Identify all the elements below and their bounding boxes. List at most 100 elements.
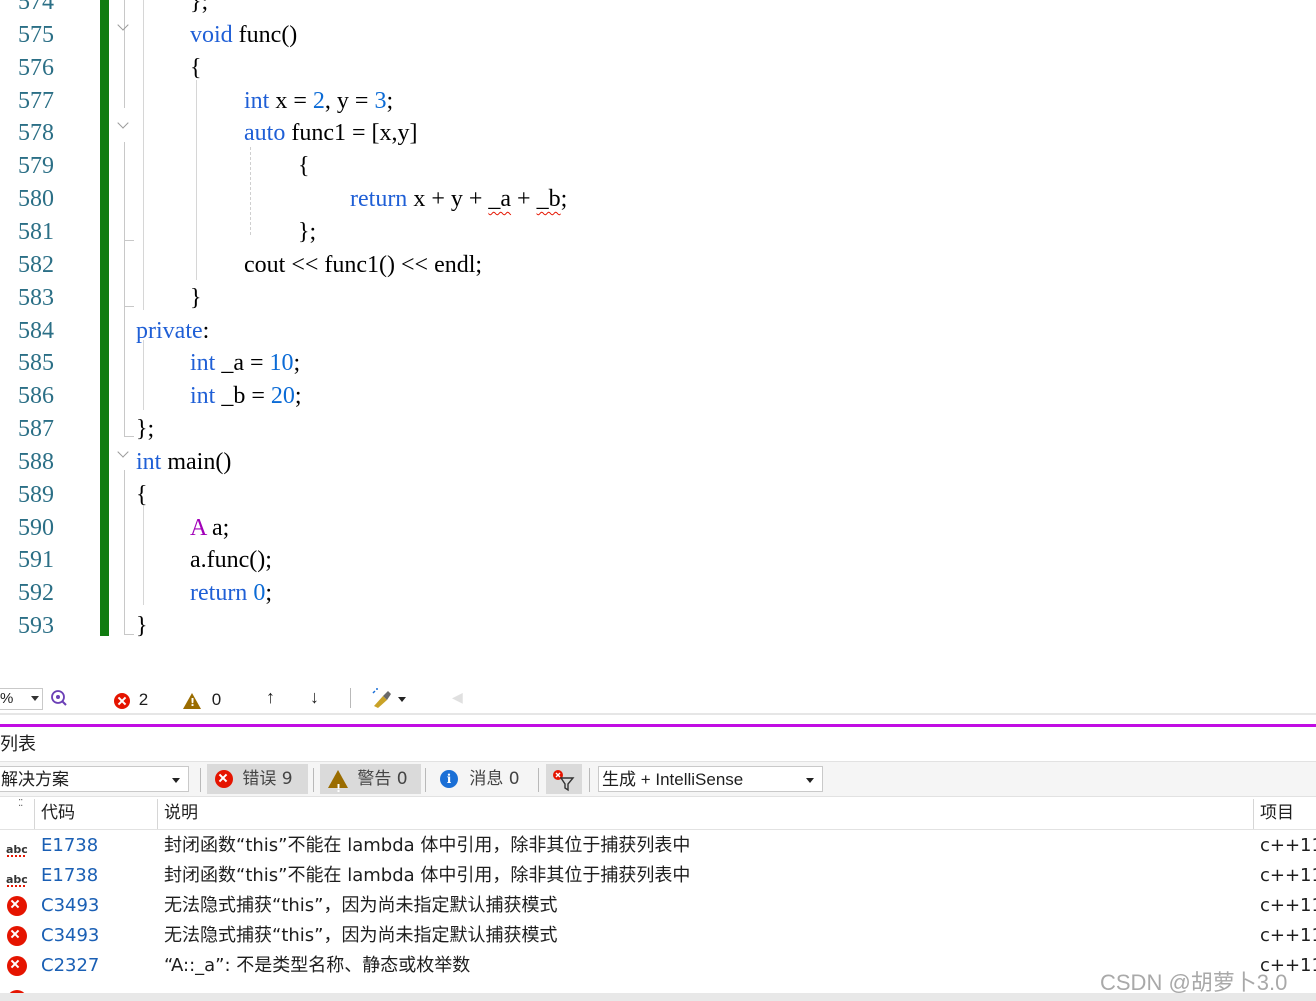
code-line[interactable]: 589 { [0, 479, 1316, 512]
code-line[interactable]: 575 void func() [0, 19, 1316, 52]
code-line[interactable]: 581}; [0, 216, 1316, 249]
warning-count: 0 [211, 690, 222, 709]
error-description: 封闭函数“this”不能在 lambda 体中引用，除非其位于捕获列表中 [164, 865, 691, 886]
warning-indicator[interactable]: ! 0 [183, 690, 221, 710]
error-indicator[interactable]: 2 [114, 690, 148, 710]
code-line[interactable]: 585 int _a = 10; [0, 347, 1316, 380]
code-line[interactable]: 582 cout << func1() << endl; [0, 249, 1316, 282]
column-header-description[interactable]: 说明 [164, 797, 198, 829]
code-text: a.func(); [190, 544, 272, 577]
line-number: 593 [18, 613, 54, 640]
code-text: }; [190, 0, 208, 19]
code-text: cout << func1() << endl; [244, 249, 482, 282]
intellisense-icon: abc [6, 840, 28, 857]
code-token: ; [293, 350, 301, 377]
code-cleanup-brush-icon[interactable] [371, 688, 411, 710]
error-code-link[interactable]: C3493 [41, 891, 99, 921]
code-token: func() [232, 21, 298, 48]
column-header-project[interactable]: 项目 [1260, 797, 1294, 829]
panel-splitter[interactable] [0, 713, 1316, 715]
error-code-link[interactable]: C2327 [41, 951, 99, 981]
filter-button[interactable] [546, 764, 582, 794]
code-text: }; [136, 413, 154, 446]
code-line[interactable]: 591 a.func(); [0, 544, 1316, 577]
code-line[interactable]: 588 int main() [0, 446, 1316, 479]
code-text: private: [136, 315, 209, 348]
line-number: 583 [18, 284, 54, 311]
toolbar-separator [425, 768, 426, 792]
code-token: private [136, 317, 203, 344]
chevron-down-icon [806, 778, 814, 783]
code-line[interactable]: 586 int _b = 20; [0, 380, 1316, 413]
toolbar-separator [313, 768, 314, 792]
code-text: int _a = 10; [190, 347, 300, 380]
line-number: 587 [18, 416, 54, 443]
line-number: 588 [18, 448, 54, 475]
code-text: }; [298, 216, 316, 249]
line-number: 589 [18, 481, 54, 508]
error-squiggle-token: _a [488, 186, 512, 213]
code-line[interactable]: 579 { [0, 150, 1316, 183]
code-line[interactable]: 584 private: [0, 315, 1316, 348]
code-line[interactable]: 574}; [0, 0, 1316, 19]
code-token: a.func(); [190, 547, 272, 574]
code-token: main() [161, 448, 232, 475]
next-issue-arrow-icon[interactable]: ↓ [310, 687, 319, 708]
code-token: void [190, 21, 233, 48]
code-editor[interactable]: 574}; 575 void func() 576 {577 int x = 2, y =… [0, 0, 1316, 680]
line-number: 574 [18, 0, 54, 15]
messages-filter-button[interactable]: i 消息 0 [432, 764, 534, 794]
code-line[interactable]: 592 return 0; [0, 577, 1316, 610]
ai-assistant-icon[interactable] [50, 689, 68, 707]
watermark: CSDN @胡萝卜3.0 [1100, 970, 1288, 995]
code-line[interactable]: 576 { [0, 52, 1316, 85]
error-icon [215, 770, 233, 788]
scope-dropdown[interactable]: 解决方案 [0, 766, 189, 792]
build-source-dropdown[interactable]: 生成 + IntelliSense [598, 766, 823, 792]
code-line[interactable]: 578 auto func1 = [x,y] [0, 117, 1316, 150]
error-description: “A::_a”: 不是类型名称、静态或枚举数 [164, 955, 471, 976]
line-number: 582 [18, 251, 54, 278]
table-row[interactable]: abc E1738 封闭函数“this”不能在 lambda 体中引用，除非其位于捕… [0, 831, 1316, 861]
table-row[interactable]: abc E1738 封闭函数“this”不能在 lambda 体中引用，除非其位于捕… [0, 861, 1316, 891]
column-chooser-icon[interactable]: ⁚⁚ [18, 798, 23, 809]
line-number: 585 [18, 350, 54, 377]
table-row[interactable]: C3493 无法隐式捕获“this”，因为尚未指定默认捕获模式 c++11 [0, 921, 1316, 951]
code-text: { [298, 150, 310, 183]
column-header-code[interactable]: 代码 [41, 797, 75, 829]
line-number: 592 [18, 580, 54, 607]
error-code-link[interactable]: C3493 [41, 921, 99, 951]
line-number: 590 [18, 514, 54, 541]
chevron-down-icon [172, 778, 180, 783]
error-code-link[interactable]: E1738 [41, 831, 98, 861]
code-line[interactable]: 580 return x + y + _a + _b; [0, 183, 1316, 216]
error-code-link[interactable]: E1738 [41, 861, 98, 891]
scope-value: 解决方案 [1, 770, 69, 790]
column-divider[interactable] [157, 799, 158, 829]
code-line[interactable]: 593} [0, 610, 1316, 643]
column-divider[interactable] [1253, 799, 1254, 829]
line-number: 578 [18, 120, 54, 147]
code-line[interactable]: 587}; [0, 413, 1316, 446]
warnings-filter-button[interactable]: ! 警告 0 [320, 764, 421, 795]
code-token: + [511, 186, 537, 213]
code-token: auto [244, 120, 286, 147]
errors-filter-button[interactable]: 错误 9 [207, 764, 308, 794]
code-text: auto func1 = [x,y] [244, 117, 418, 150]
code-line[interactable]: 577 int x = 2, y = 3; [0, 85, 1316, 118]
code-token: 0 [253, 580, 266, 607]
table-row[interactable]: C3493 无法隐式捕获“this”，因为尚未指定默认捕获模式 c++11 [0, 891, 1316, 921]
editor-status-strip: % 2 ! 0 ↑ ↓ ◀ [0, 682, 1316, 716]
error-project: c++11 [1260, 925, 1316, 946]
build-source-value: 生成 + IntelliSense [602, 770, 744, 789]
column-divider[interactable] [34, 799, 35, 829]
code-line[interactable]: 583} [0, 282, 1316, 315]
code-token: x + y + [407, 186, 489, 213]
zoom-dropdown[interactable]: % [0, 688, 43, 710]
line-number: 575 [18, 21, 54, 48]
code-text: } [136, 610, 148, 643]
code-line[interactable]: 590 A a; [0, 512, 1316, 545]
code-token: ; [386, 87, 394, 114]
previous-issue-arrow-icon[interactable]: ↑ [266, 687, 275, 708]
info-icon: i [440, 770, 458, 788]
